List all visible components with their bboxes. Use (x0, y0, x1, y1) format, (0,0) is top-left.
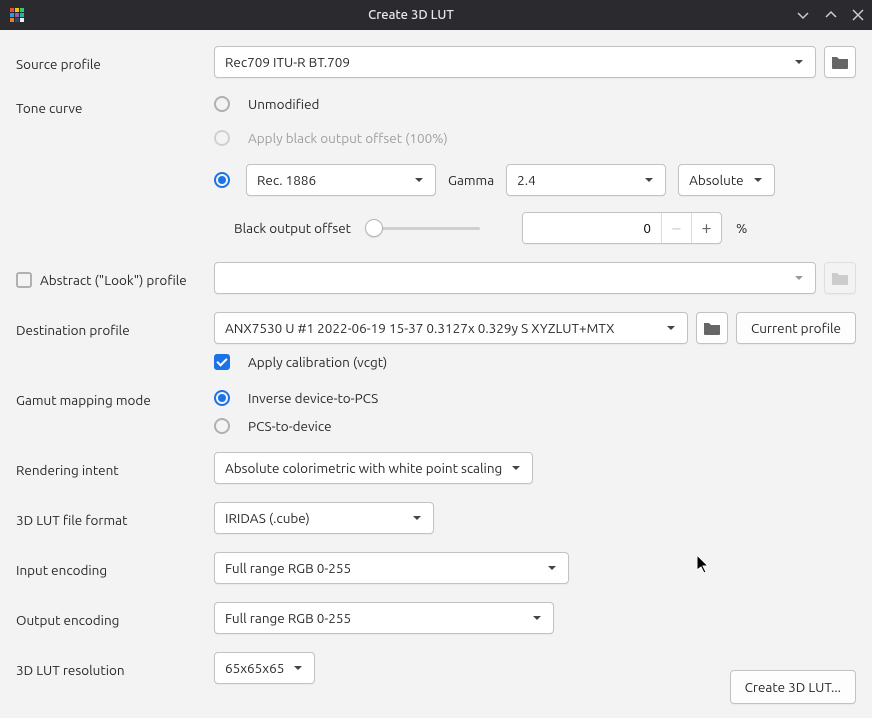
gamut-pcs-radio[interactable] (214, 418, 230, 434)
apply-calibration-checkbox[interactable] (214, 354, 230, 370)
chevron-down-icon (793, 56, 805, 68)
abstract-profile-select[interactable] (214, 262, 816, 294)
destination-profile-select[interactable]: ANX7530 U #1 2022-06-19 15-37 0.3127x 0.… (214, 312, 688, 344)
gamma-value-select[interactable]: 2.4 (506, 164, 666, 196)
destination-profile-label: Destination profile (16, 318, 206, 338)
current-profile-label: Current profile (751, 320, 841, 336)
source-profile-label: Source profile (16, 52, 206, 72)
chevron-down-icon (665, 322, 677, 334)
chevron-down-icon (643, 174, 655, 186)
rendering-intent-select[interactable]: Absolute colorimetric with white point s… (214, 452, 533, 484)
input-encoding-label: Input encoding (16, 558, 206, 578)
tone-custom-radio[interactable] (214, 172, 230, 188)
window-title: Create 3D LUT (26, 8, 796, 22)
gamma-label: Gamma (448, 172, 494, 188)
black-offset-unit: % (736, 220, 747, 236)
tone-bpoffset-radio (214, 130, 230, 146)
folder-icon (703, 320, 721, 336)
tone-curve-label: Tone curve (16, 96, 206, 116)
destination-profile-browse-button[interactable] (696, 312, 728, 344)
resolution-label: 3D LUT resolution (16, 658, 206, 678)
tone-curve-type-value: Rec. 1886 (257, 172, 316, 188)
create-lut-button[interactable]: Create 3D LUT... (730, 670, 856, 704)
tone-curve-type-select[interactable]: Rec. 1886 (246, 164, 436, 196)
output-encoding-label: Output encoding (16, 608, 206, 628)
black-offset-value[interactable] (523, 213, 661, 243)
black-offset-slider[interactable] (365, 220, 480, 236)
black-offset-plus[interactable]: + (691, 213, 721, 243)
tone-unmodified-label: Unmodified (248, 96, 319, 112)
gamma-value: 2.4 (517, 172, 536, 188)
file-format-label: 3D LUT file format (16, 508, 206, 528)
tone-bpoffset-label: Apply black output offset (100%) (248, 130, 448, 146)
abstract-profile-checkbox[interactable] (16, 272, 32, 288)
gamut-inverse-radio[interactable] (214, 390, 230, 406)
gamut-pcs-label: PCS-to-device (248, 418, 332, 434)
minimize-button[interactable] (796, 8, 810, 22)
chevron-down-icon (752, 174, 764, 186)
abstract-profile-label: Abstract ("Look") profile (40, 272, 187, 288)
folder-icon (831, 270, 849, 286)
chevron-down-icon (793, 272, 805, 284)
close-button[interactable] (852, 8, 864, 22)
titlebar: Create 3D LUT (0, 0, 872, 30)
rendering-intent-label: Rendering intent (16, 458, 206, 478)
input-encoding-value: Full range RGB 0-255 (225, 560, 351, 576)
apply-calibration-label: Apply calibration (vcgt) (248, 354, 387, 370)
source-profile-select[interactable]: Rec709 ITU-R BT.709 (214, 46, 816, 78)
source-profile-browse-button[interactable] (824, 46, 856, 78)
chevron-down-icon (292, 662, 304, 674)
gamma-mode-select[interactable]: Absolute (678, 164, 774, 196)
chevron-down-icon (411, 512, 423, 524)
source-profile-value: Rec709 ITU-R BT.709 (225, 54, 350, 70)
gamut-inverse-label: Inverse device-to-PCS (248, 390, 378, 406)
gamma-mode-value: Absolute (689, 172, 743, 188)
output-encoding-value: Full range RGB 0-255 (225, 610, 351, 626)
tone-unmodified-radio[interactable] (214, 96, 230, 112)
black-offset-minus: − (661, 213, 691, 243)
app-icon (8, 6, 26, 24)
input-encoding-select[interactable]: Full range RGB 0-255 (214, 552, 569, 584)
chevron-down-icon (413, 174, 425, 186)
file-format-select[interactable]: IRIDAS (.cube) (214, 502, 434, 534)
abstract-profile-browse-button (824, 262, 856, 294)
gamut-mode-label: Gamut mapping mode (16, 388, 206, 408)
chevron-down-icon (531, 612, 543, 624)
black-offset-label: Black output offset (234, 220, 351, 236)
output-encoding-select[interactable]: Full range RGB 0-255 (214, 602, 554, 634)
folder-icon (831, 54, 849, 70)
resolution-value: 65x65x65 (225, 660, 284, 676)
rendering-intent-value: Absolute colorimetric with white point s… (225, 460, 502, 476)
chevron-down-icon (510, 462, 522, 474)
maximize-button[interactable] (824, 8, 838, 22)
file-format-value: IRIDAS (.cube) (225, 510, 310, 526)
destination-profile-value: ANX7530 U #1 2022-06-19 15-37 0.3127x 0.… (225, 320, 614, 336)
chevron-down-icon (546, 562, 558, 574)
create-lut-label: Create 3D LUT... (745, 679, 841, 695)
black-offset-input[interactable]: − + (522, 212, 722, 244)
current-profile-button[interactable]: Current profile (736, 312, 856, 344)
resolution-select[interactable]: 65x65x65 (214, 652, 315, 684)
